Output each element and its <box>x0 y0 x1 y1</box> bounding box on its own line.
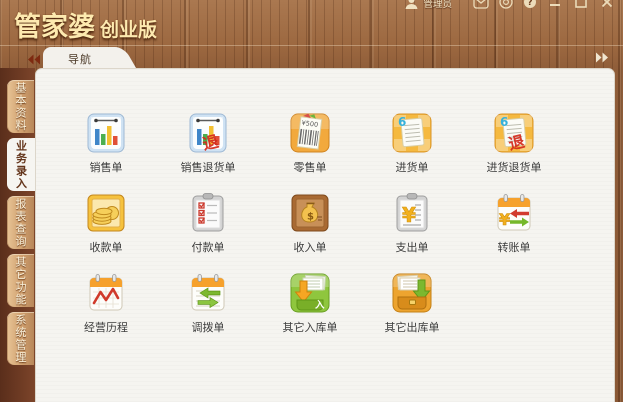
yuan-clipboard-icon: ¥ <box>390 191 434 235</box>
sidebar-item-report-query[interactable]: 报表查询 <box>7 196 34 249</box>
svg-text:入: 入 <box>314 300 325 311</box>
icon-grid-row: 收款单 付款单 $ 收入单 ¥ 支出单 ¥ 转账单 <box>55 191 565 254</box>
grid-item-label: 经营历程 <box>84 319 128 335</box>
grid-item-label: 其它出库单 <box>385 319 440 335</box>
grid-item-other-inbound-order[interactable]: 入 其它入库单 <box>259 271 361 334</box>
grid-item-expense-order[interactable]: ¥ 支出单 <box>361 191 463 254</box>
grid-item-purchase-order[interactable]: 6 进货单 <box>361 111 463 174</box>
svg-text:¥: ¥ <box>499 210 510 229</box>
sidebar-item-system-management[interactable]: 系统管理 <box>7 312 34 365</box>
purchase-doc-icon: 6 <box>390 111 434 155</box>
grid-item-sales-return-order[interactable]: 退 销售退货单 <box>157 111 259 174</box>
grid-item-label: 销售退货单 <box>181 159 236 175</box>
svg-text:¥: ¥ <box>402 203 416 227</box>
sales-return-icon: 退 <box>186 111 230 155</box>
trend-calendar-icon <box>84 271 128 315</box>
swap-arrows-icon <box>186 271 230 315</box>
tab-bar: 导航 <box>35 46 615 68</box>
grid-item-business-history[interactable]: 经营历程 <box>55 271 157 334</box>
svg-text:6: 6 <box>398 115 406 129</box>
minimize-button[interactable] <box>548 0 562 9</box>
icon-grid: 销售单 退 销售退货单 ¥500 零售单 6 进货单 6退 进货退货单 收款单 … <box>55 111 565 351</box>
app-edition: 创业版 <box>100 15 157 42</box>
tab-navigation-label: 导航 <box>43 47 117 67</box>
grid-item-label: 其它入库单 <box>283 319 338 335</box>
svg-text:6: 6 <box>500 115 508 129</box>
sidebar-item-label: 业务录入 <box>16 140 27 190</box>
globe-icon[interactable] <box>499 0 513 9</box>
grid-item-label: 转账单 <box>498 239 531 255</box>
app-window: 管家婆 创业版 管理员 ? <box>0 0 623 402</box>
grid-item-sales-order[interactable]: 销售单 <box>55 111 157 174</box>
grid-item-label: 支出单 <box>396 239 429 255</box>
sidebar: 基本资料业务录入报表查询其它功能系统管理 <box>0 68 35 402</box>
grid-item-label: 零售单 <box>294 159 327 175</box>
sidebar-item-label: 系统管理 <box>15 314 26 364</box>
grid-item-label: 收款单 <box>90 239 123 255</box>
grid-item-transfer-order[interactable]: ¥ 转账单 <box>463 191 565 254</box>
grid-item-other-outbound-order[interactable]: 其它出库单 <box>361 271 463 334</box>
svg-text:$: $ <box>307 212 314 223</box>
grid-item-label: 进货单 <box>396 159 429 175</box>
grid-item-retail-order[interactable]: ¥500 零售单 <box>259 111 361 174</box>
app-title: 管家婆 <box>14 5 95 44</box>
grid-item-purchase-return-order[interactable]: 6退 进货退货单 <box>463 111 565 174</box>
tab-navigation[interactable]: 导航 <box>43 47 117 68</box>
help-icon[interactable]: ? <box>523 0 537 9</box>
message-icon[interactable] <box>473 0 489 9</box>
inbound-box-icon: 入 <box>288 271 332 315</box>
svg-text:?: ? <box>527 0 532 8</box>
grid-item-income-order[interactable]: $ 收入单 <box>259 191 361 254</box>
grid-item-label: 收入单 <box>294 239 327 255</box>
coins-icon <box>84 191 128 235</box>
content-area: 销售单 退 销售退货单 ¥500 零售单 6 进货单 6退 进货退货单 收款单 … <box>35 68 615 402</box>
titlebar-controls: 管理员 ? <box>404 0 620 10</box>
user-name: 管理员 <box>423 0 452 10</box>
icon-grid-row: 销售单 退 销售退货单 ¥500 零售单 6 进货单 6退 进货退货单 <box>55 111 565 174</box>
money-bag-icon: $ <box>288 191 332 235</box>
outbound-box-icon <box>390 271 434 315</box>
checklist-icon <box>186 191 230 235</box>
grid-item-receipt-order[interactable]: 收款单 <box>55 191 157 254</box>
grid-item-label: 销售单 <box>90 159 123 175</box>
tab-scroll-right-icon[interactable] <box>595 48 609 67</box>
sidebar-item-other-functions[interactable]: 其它功能 <box>7 254 34 307</box>
grid-item-payment-order[interactable]: 付款单 <box>157 191 259 254</box>
grid-item-label: 付款单 <box>192 239 225 255</box>
icon-grid-row: 经营历程 调拨单 入 其它入库单 其它出库单 <box>55 271 565 334</box>
tab-scroll-left-icon[interactable] <box>27 50 41 69</box>
transfer-arrows-icon: ¥ <box>492 191 536 235</box>
sidebar-item-basic-data[interactable]: 基本资料 <box>7 80 34 133</box>
sidebar-item-business-entry[interactable]: 业务录入 <box>7 138 35 191</box>
grid-item-allocation-order[interactable]: 调拨单 <box>157 271 259 334</box>
app-title-group: 管家婆 创业版 <box>14 5 157 44</box>
user-menu[interactable]: 管理员 <box>404 0 452 10</box>
sidebar-item-label: 报表查询 <box>15 198 26 248</box>
maximize-button[interactable] <box>574 0 588 9</box>
retail-receipt-icon: ¥500 <box>288 111 332 155</box>
purchase-return-icon: 6退 <box>492 111 536 155</box>
title-bar: 管家婆 创业版 管理员 ? <box>0 0 623 46</box>
sales-chart-icon <box>84 111 128 155</box>
grid-item-label: 进货退货单 <box>487 159 542 175</box>
sidebar-item-label: 其它功能 <box>15 256 26 306</box>
close-button[interactable] <box>600 0 614 9</box>
user-icon <box>404 0 419 10</box>
grid-item-label: 调拨单 <box>192 319 225 335</box>
sidebar-item-label: 基本资料 <box>15 82 26 132</box>
